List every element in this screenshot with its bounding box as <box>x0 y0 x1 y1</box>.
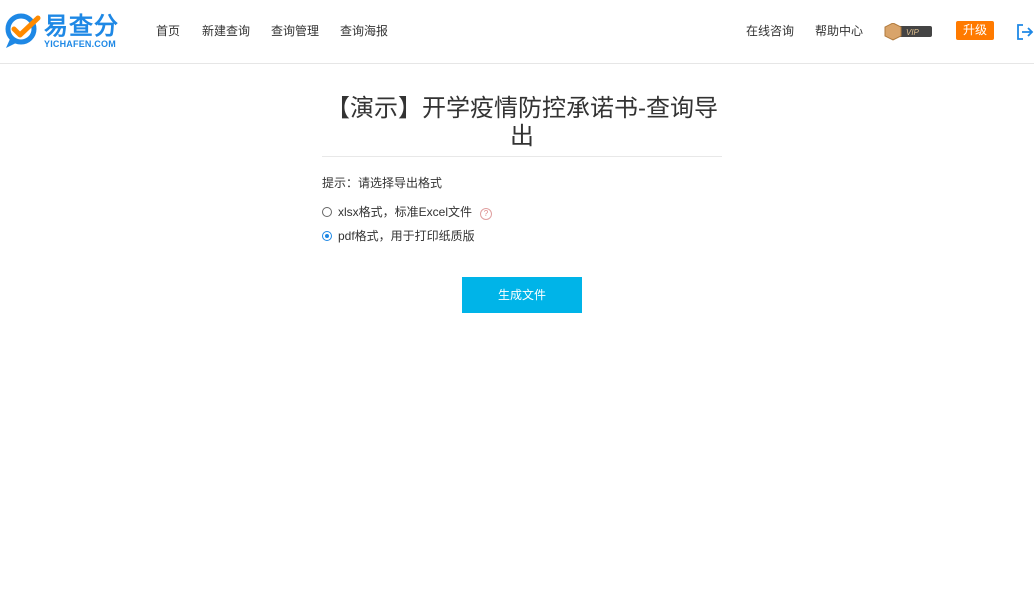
nav-home[interactable]: 首页 <box>156 22 180 40</box>
nav-new-query[interactable]: 新建查询 <box>202 22 250 40</box>
option-xlsx[interactable]: xlsx格式，标准Excel文件? <box>322 204 493 220</box>
top-header: 易查分 YICHAFEN.COM 首页 新建查询 查询管理 查询海报 在线咨询 … <box>0 0 1034 64</box>
logo-check-icon <box>5 13 41 48</box>
nav-online-consult[interactable]: 在线咨询 <box>746 22 794 40</box>
nav-query-poster[interactable]: 查询海报 <box>340 22 388 40</box>
vip-badge[interactable]: VIP <box>884 22 934 41</box>
nav-query-management[interactable]: 查询管理 <box>271 22 319 40</box>
title-divider <box>322 156 722 157</box>
generate-file-button[interactable]: 生成文件 <box>462 277 582 313</box>
logo-subtext: YICHAFEN.COM <box>44 39 116 49</box>
radio-xlsx[interactable] <box>322 207 332 217</box>
radio-pdf[interactable] <box>322 231 332 241</box>
vip-label: VIP <box>906 28 920 37</box>
page-title: 【演示】开学疫情防控承诺书-查询导出 <box>326 95 718 150</box>
help-icon[interactable]: ? <box>480 208 493 220</box>
logo[interactable]: 易查分 YICHAFEN.COM <box>4 12 119 52</box>
upgrade-button[interactable]: 升级 <box>956 21 994 40</box>
option-xlsx-label: xlsx格式，标准Excel文件 <box>338 205 473 219</box>
format-hint: 提示：请选择导出格式 <box>322 176 443 190</box>
nav-help-center[interactable]: 帮助中心 <box>815 22 863 40</box>
option-pdf[interactable]: pdf格式，用于打印纸质版 <box>322 228 475 244</box>
logout-icon[interactable] <box>1016 23 1034 41</box>
option-pdf-label: pdf格式，用于打印纸质版 <box>338 229 475 243</box>
logo-text: 易查分 <box>44 13 119 40</box>
